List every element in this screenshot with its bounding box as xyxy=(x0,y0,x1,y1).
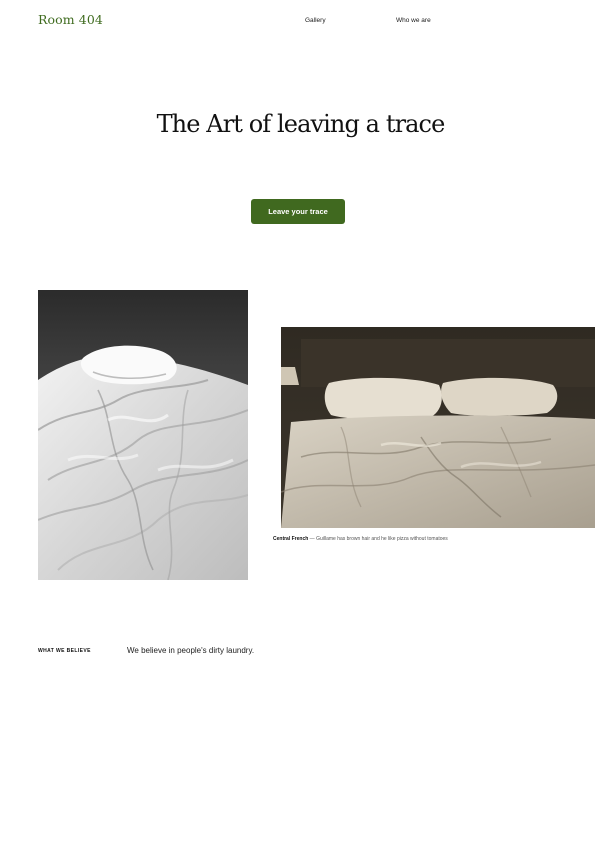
what-we-believe-text: We believe in people's dirty laundry. xyxy=(127,646,255,655)
site-logo[interactable]: Room 404 xyxy=(38,12,103,27)
leave-trace-button[interactable]: Leave your trace xyxy=(251,199,345,224)
unmade-bed-photo-left xyxy=(38,290,248,580)
unmade-bed-photo-right xyxy=(281,327,595,528)
nav-gallery-link[interactable]: Gallery xyxy=(305,17,326,24)
photo-caption: Central French — Guillame has brown hair… xyxy=(273,536,448,542)
what-we-believe-label: WHAT WE BELIEVE xyxy=(38,648,91,654)
caption-title: Central French xyxy=(273,536,309,542)
nav-who-we-are-link[interactable]: Who we are xyxy=(396,17,431,24)
caption-text: — Guillame has brown hair and he like pi… xyxy=(308,536,448,542)
hero-title: The Art of leaving a trace xyxy=(156,110,446,138)
